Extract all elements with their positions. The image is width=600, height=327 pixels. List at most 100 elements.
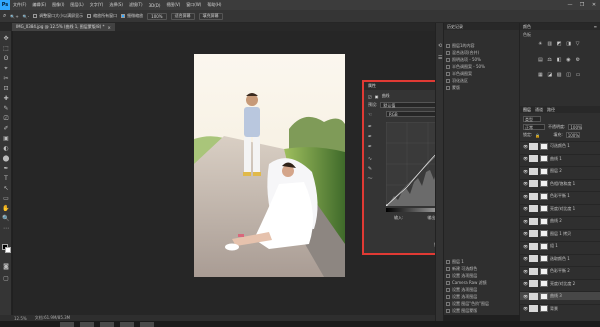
- brightness-icon[interactable]: ☀: [538, 41, 544, 54]
- menu-filter[interactable]: 滤镜(T): [126, 2, 146, 8]
- eye-icon[interactable]: 👁: [523, 281, 528, 286]
- black-point-eyedropper-icon[interactable]: ✒: [367, 124, 373, 130]
- menu-edit[interactable]: 编辑(E): [29, 2, 49, 8]
- photo-filter-icon[interactable]: ◉: [566, 57, 572, 70]
- gray-point-eyedropper-icon[interactable]: ✒: [367, 134, 373, 140]
- history-item[interactable]: 设置 选项图层: [444, 287, 520, 293]
- menu-file[interactable]: 文件(F): [10, 2, 29, 8]
- blend-mode-select[interactable]: 正常: [523, 124, 545, 130]
- color-balance-icon[interactable]: ⚖: [547, 57, 553, 70]
- gradient-map-icon[interactable]: ▭: [576, 72, 582, 85]
- history-item[interactable]: 羽化选区: [444, 78, 520, 84]
- pencil-draw-icon[interactable]: ✎: [367, 166, 373, 172]
- history-item[interactable]: 设置 选项图层: [444, 294, 520, 300]
- eye-icon[interactable]: 👁: [523, 244, 528, 249]
- vibrance-icon[interactable]: ▽: [576, 41, 582, 54]
- hue-sat-icon[interactable]: ▤: [538, 57, 544, 70]
- levels-icon[interactable]: ▥: [547, 41, 553, 54]
- history-brush-tool-icon[interactable]: ▣: [2, 135, 10, 143]
- type-tool-icon[interactable]: T: [2, 175, 10, 183]
- gradient-tool-icon[interactable]: ⬤: [2, 155, 10, 163]
- layer-mask-thumbnail[interactable]: [540, 242, 548, 250]
- zoom-in-icon[interactable]: 🔍+: [10, 14, 18, 19]
- channel-mixer-icon[interactable]: ⚙: [576, 57, 582, 70]
- menu-image[interactable]: 图像(I): [49, 2, 67, 8]
- history-item[interactable]: 图层1的内容: [444, 43, 520, 49]
- swatches-label[interactable]: 色板: [523, 32, 531, 38]
- brush-tool-icon[interactable]: ⎚: [2, 115, 10, 123]
- layer-row[interactable]: 👁 亮度/对比度 2: [520, 278, 600, 288]
- layers-tab[interactable]: 图层: [523, 107, 531, 113]
- rectangle-tool-icon[interactable]: ▭: [2, 195, 10, 203]
- eye-icon[interactable]: 👁: [523, 219, 528, 224]
- history-tab[interactable]: 历史记录: [447, 24, 463, 30]
- document-tab[interactable]: IMG_0384.jpg @ 12.5% (曲线 1, 图层蒙版/8) * ×: [12, 23, 115, 31]
- channel-select[interactable]: RGB: [386, 111, 441, 117]
- hand-adjust-icon[interactable]: ☜: [367, 112, 373, 118]
- clone-stamp-tool-icon[interactable]: ✐: [2, 125, 10, 133]
- layer-row[interactable]: 👁 图层 1 拷贝: [520, 228, 600, 238]
- menu-3d[interactable]: 3D(D): [146, 3, 164, 8]
- layer-row[interactable]: 👁 曲线 1: [520, 153, 600, 163]
- eye-icon[interactable]: 👁: [523, 144, 528, 149]
- history-item[interactable]: 设置 图层蒙版: [444, 308, 520, 314]
- document-close-icon[interactable]: ×: [108, 25, 111, 30]
- eye-icon[interactable]: 👁: [523, 256, 528, 261]
- eyedropper-tool-icon[interactable]: ✚: [2, 95, 10, 103]
- zoom-tool-icon-2[interactable]: 🔍: [2, 215, 10, 223]
- history-item[interactable]: 混合选项(合并): [444, 50, 520, 56]
- minimize-button[interactable]: —: [564, 0, 576, 10]
- layer-row[interactable]: 👁 曲线 3: [520, 291, 600, 300]
- layer-row[interactable]: 👁 色彩平衡 1: [520, 191, 600, 200]
- layer-mask-thumbnail[interactable]: [540, 267, 548, 275]
- layer-mask-thumbnail[interactable]: [540, 255, 548, 262]
- pen-tool-icon[interactable]: ✒: [2, 165, 10, 173]
- color-panel-menu-icon[interactable]: ≡: [594, 24, 597, 29]
- quick-mask-icon[interactable]: ◙: [2, 263, 10, 271]
- taskbar-app-4[interactable]: [120, 322, 134, 327]
- taskbar-app-1[interactable]: [60, 322, 74, 327]
- color-tab[interactable]: 颜色: [523, 24, 531, 30]
- taskbar-app-2[interactable]: [80, 322, 94, 327]
- kind-filter-select[interactable]: 类型: [523, 116, 541, 122]
- zoom-all-checkbox[interactable]: 缩放所有窗口: [87, 13, 117, 19]
- menu-view[interactable]: 视图(V): [163, 2, 183, 8]
- eye-icon[interactable]: 👁: [523, 169, 528, 174]
- layer-mask-thumbnail[interactable]: [540, 230, 548, 237]
- curves-adjust-icon[interactable]: ◩: [557, 41, 563, 54]
- maximize-button[interactable]: ❐: [576, 0, 588, 10]
- hand-tool-icon[interactable]: ✋: [2, 205, 10, 213]
- layer-mask-thumbnail[interactable]: [540, 280, 548, 287]
- history-item[interactable]: 蒙版: [444, 85, 520, 91]
- layer-row[interactable]: 👁 可选颜色 1: [520, 141, 600, 150]
- crop-tool-icon[interactable]: ✂: [2, 75, 10, 83]
- opacity-input[interactable]: 100%: [568, 124, 583, 130]
- curve-edit-icon[interactable]: ∿: [367, 156, 373, 162]
- history-item[interactable]: 新建 可选颜色: [444, 266, 520, 272]
- fill-screen-button[interactable]: 填充屏幕: [198, 12, 223, 20]
- move-tool-icon[interactable]: ✥: [2, 35, 10, 43]
- channels-tab[interactable]: 通道: [535, 107, 543, 113]
- layer-row[interactable]: 👁 亮度/对比度 1: [520, 203, 600, 213]
- layer-mask-thumbnail[interactable]: [540, 192, 548, 200]
- status-zoom[interactable]: 12.5%: [14, 316, 27, 321]
- layer-mask-thumbnail[interactable]: [540, 205, 548, 212]
- eye-icon[interactable]: 👁: [523, 294, 528, 299]
- marquee-tool-icon[interactable]: ⬚: [2, 45, 10, 53]
- preset-select[interactable]: 默认值: [380, 102, 441, 108]
- layer-mask-thumbnail[interactable]: [540, 305, 548, 312]
- lookup-icon[interactable]: ▦: [538, 72, 544, 85]
- paths-tab[interactable]: 路径: [547, 107, 555, 113]
- history-item[interactable]: 半色调图案: [444, 71, 520, 77]
- zoom-out-icon[interactable]: 🔍-: [23, 14, 29, 19]
- bw-icon[interactable]: ◧: [557, 57, 563, 70]
- white-point-eyedropper-icon[interactable]: ✒: [367, 144, 373, 150]
- layer-row[interactable]: 👁 色相/饱和度 1: [520, 178, 600, 188]
- eye-icon[interactable]: 👁: [523, 194, 528, 199]
- smooth-icon[interactable]: ⁓: [367, 176, 373, 182]
- eye-icon[interactable]: 👁: [523, 306, 528, 311]
- menu-help[interactable]: 帮助(H): [204, 2, 224, 8]
- posterize-icon[interactable]: ▧: [557, 72, 563, 85]
- layer-row[interactable]: 👁 选取颜色 1: [520, 253, 600, 263]
- mask-icon[interactable]: ▣: [375, 94, 379, 99]
